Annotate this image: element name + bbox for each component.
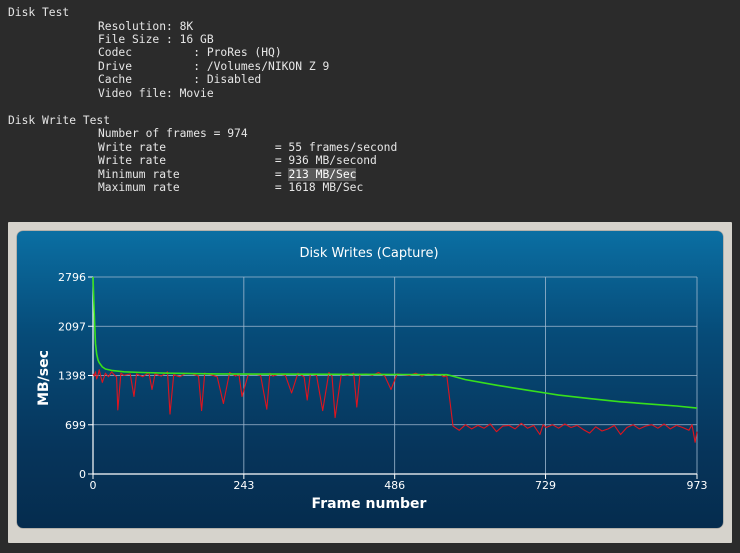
y-tick-label-2: 1398 (58, 370, 86, 383)
x-tick-label-1: 243 (233, 479, 254, 492)
x-tick-label-0: 0 (90, 479, 97, 492)
chart-title: Disk Writes (Capture) (299, 246, 438, 261)
disk-writes-chart: Disk Writes (Capture) 0 699 1398 2097 2796 0 2… (36, 246, 708, 512)
x-tick-label-4: 973 (687, 479, 708, 492)
y-tick-label-1: 699 (65, 419, 86, 432)
x-axis-label: Frame number (312, 496, 427, 512)
y-tick-label-4: 2796 (58, 271, 86, 284)
chart-grid (93, 276, 698, 474)
chart-axes: 0 699 1398 2097 2796 0 243 486 729 973 (58, 271, 708, 492)
x-tick-label-2: 486 (384, 479, 405, 492)
y-tick-label-3: 2097 (58, 320, 86, 333)
x-tick-label-3: 729 (535, 479, 556, 492)
y-tick-label-0: 0 (79, 468, 86, 481)
y-axis-label: MB/sec (36, 350, 52, 406)
